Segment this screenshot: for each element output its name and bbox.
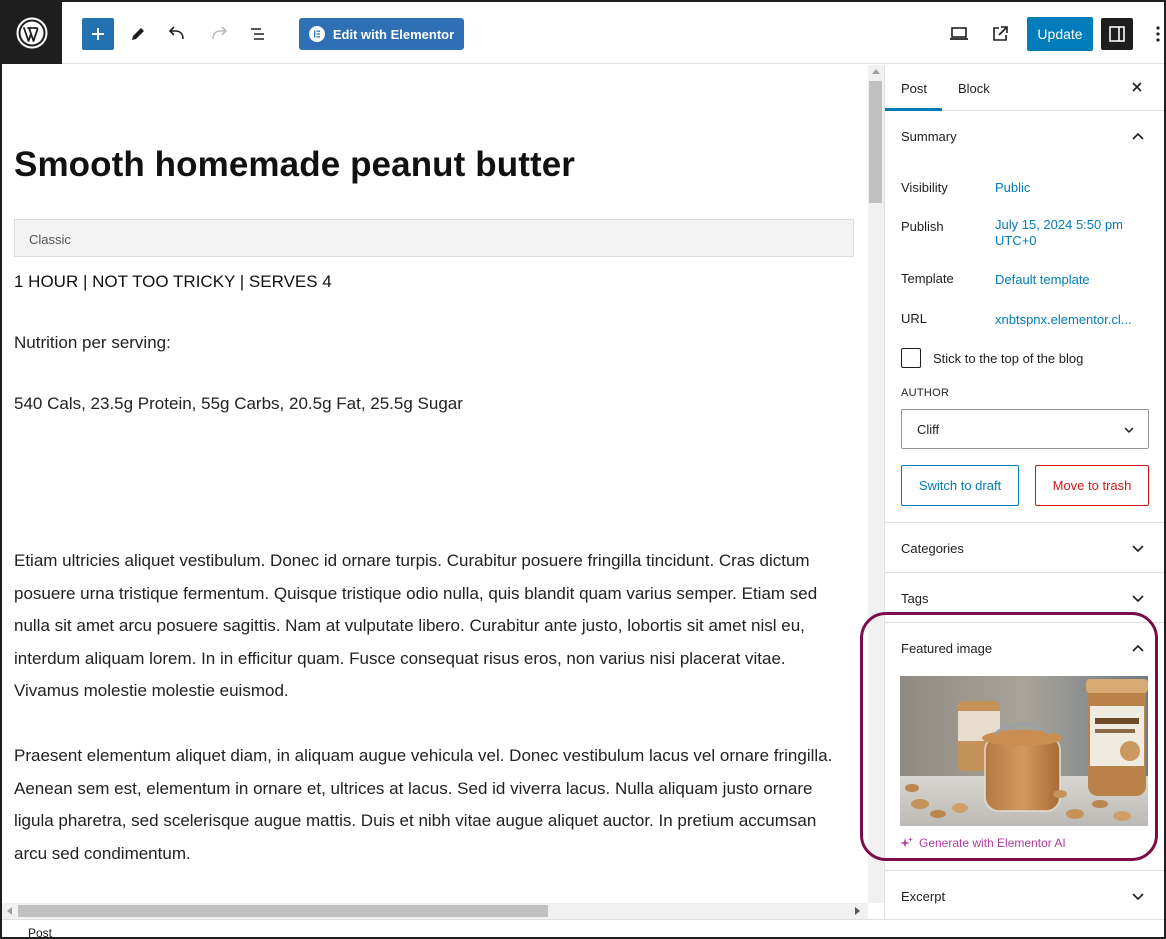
scroll-left-arrow-icon[interactable] <box>7 907 12 915</box>
move-to-trash-button[interactable]: Move to trash <box>1035 465 1149 506</box>
elementor-icon <box>308 26 325 42</box>
undo-button[interactable] <box>162 18 194 50</box>
more-vertical-icon <box>1156 26 1160 42</box>
scrollbar-thumb[interactable] <box>869 81 882 203</box>
tags-title: Tags <box>901 591 929 606</box>
author-selected-value: Cliff <box>917 422 940 437</box>
edit-with-elementor-button[interactable]: Edit with Elementor <box>299 18 464 50</box>
url-value-link[interactable]: xnbtspnx.elementor.cl... <box>995 312 1132 328</box>
plus-icon <box>92 28 104 40</box>
settings-sidebar-toggle[interactable] <box>1101 18 1133 50</box>
scrollbar-thumb[interactable] <box>18 905 548 917</box>
template-value-link[interactable]: Default template <box>995 272 1090 288</box>
tools-button[interactable] <box>122 18 154 50</box>
switch-to-draft-button[interactable]: Switch to draft <box>901 465 1019 506</box>
template-label: Template <box>901 271 954 286</box>
sparkle-icon <box>900 836 913 848</box>
visibility-value-link[interactable]: Public <box>995 180 1030 196</box>
url-label: URL <box>901 311 928 326</box>
featured-image-panel-toggle[interactable]: Featured image <box>885 623 1164 673</box>
nutrition-values[interactable]: 540 Cals, 23.5g Protein, 55g Carbs, 20.5… <box>14 394 463 414</box>
scroll-up-arrow-icon[interactable] <box>872 69 880 74</box>
document-overview-button[interactable] <box>242 18 274 50</box>
view-post-button[interactable] <box>984 18 1016 50</box>
redo-icon <box>212 26 228 40</box>
excerpt-panel-toggle[interactable]: Excerpt <box>885 870 1164 920</box>
tags-panel-toggle[interactable]: Tags <box>885 573 1164 623</box>
author-label: AUTHOR <box>901 387 950 399</box>
breadcrumb-item-post[interactable]: Post <box>28 926 52 937</box>
preview-button[interactable] <box>943 18 975 50</box>
categories-title: Categories <box>901 541 964 556</box>
chevron-up-icon <box>1132 132 1144 140</box>
publish-date-line: July 15, 2024 5:50 pm <box>995 217 1123 232</box>
chevron-down-icon <box>1124 427 1134 434</box>
sidebar-tabs: Post Block <box>885 65 1164 111</box>
list-view-icon <box>251 28 264 40</box>
update-button[interactable]: Update <box>1027 17 1093 51</box>
featured-image-title: Featured image <box>901 641 993 656</box>
recipe-meta-line[interactable]: 1 HOUR | NOT TOO TRICKY | SERVES 4 <box>14 272 332 292</box>
excerpt-title: Excerpt <box>901 889 946 904</box>
sticky-checkbox[interactable] <box>901 348 921 368</box>
options-button[interactable] <box>1148 18 1164 50</box>
publish-label: Publish <box>901 219 944 234</box>
visibility-label: Visibility <box>901 180 948 195</box>
chevron-down-icon <box>1132 595 1144 603</box>
edit-with-elementor-label: Edit with Elementor <box>332 26 455 42</box>
wordpress-logo-button[interactable] <box>2 2 62 64</box>
sidebar-icon <box>1109 26 1125 42</box>
wordpress-icon <box>16 17 48 49</box>
classic-block-toolbar[interactable]: Classic <box>14 219 854 257</box>
post-title[interactable]: Smooth homemade peanut butter <box>14 145 575 185</box>
body-paragraph[interactable]: Etiam ultricies aliquet vestibulum. Done… <box>14 545 849 708</box>
publish-date-link[interactable]: July 15, 2024 5:50 pm UTC+0 <box>995 217 1123 249</box>
peanut-butter-jar-photo <box>900 676 1148 826</box>
editor-canvas: Smooth homemade peanut butter Classic 1 … <box>2 65 868 903</box>
tab-post[interactable]: Post <box>901 81 927 96</box>
external-link-icon <box>993 26 1008 41</box>
desktop-icon <box>950 27 968 40</box>
editor-window: Edit with Elementor Update Smooth homema… <box>0 0 1166 939</box>
summary-panel-toggle[interactable]: Summary <box>885 111 1164 161</box>
chevron-down-icon <box>1132 545 1144 553</box>
redo-button[interactable] <box>202 18 234 50</box>
close-icon <box>1132 82 1142 92</box>
generate-with-ai-link[interactable]: Generate with Elementor AI <box>900 836 1066 850</box>
chevron-down-icon <box>1132 893 1144 901</box>
pencil-icon <box>132 28 144 40</box>
sticky-checkbox-label[interactable]: Stick to the top of the blog <box>933 351 1083 366</box>
featured-image-thumbnail[interactable] <box>900 676 1148 826</box>
canvas-vertical-scrollbar[interactable] <box>868 65 884 903</box>
tab-block[interactable]: Block <box>958 81 990 96</box>
close-sidebar-button[interactable] <box>1127 77 1147 97</box>
chevron-up-icon <box>1132 644 1144 652</box>
undo-icon <box>168 26 184 40</box>
generate-with-ai-label: Generate with Elementor AI <box>919 836 1066 850</box>
canvas-horizontal-scrollbar[interactable] <box>2 903 868 919</box>
categories-panel-toggle[interactable]: Categories <box>885 523 1164 573</box>
publish-timezone-line: UTC+0 <box>995 233 1037 248</box>
scroll-right-arrow-icon[interactable] <box>855 907 860 915</box>
add-block-button[interactable] <box>82 18 114 50</box>
nutrition-label[interactable]: Nutrition per serving: <box>14 333 171 353</box>
summary-title: Summary <box>901 129 957 144</box>
author-select[interactable]: Cliff <box>901 409 1149 449</box>
block-breadcrumb: Post <box>2 919 1164 937</box>
body-paragraph[interactable]: Praesent elementum aliquet diam, in aliq… <box>14 740 849 870</box>
editor-toolbar: Edit with Elementor Update <box>2 2 1164 64</box>
